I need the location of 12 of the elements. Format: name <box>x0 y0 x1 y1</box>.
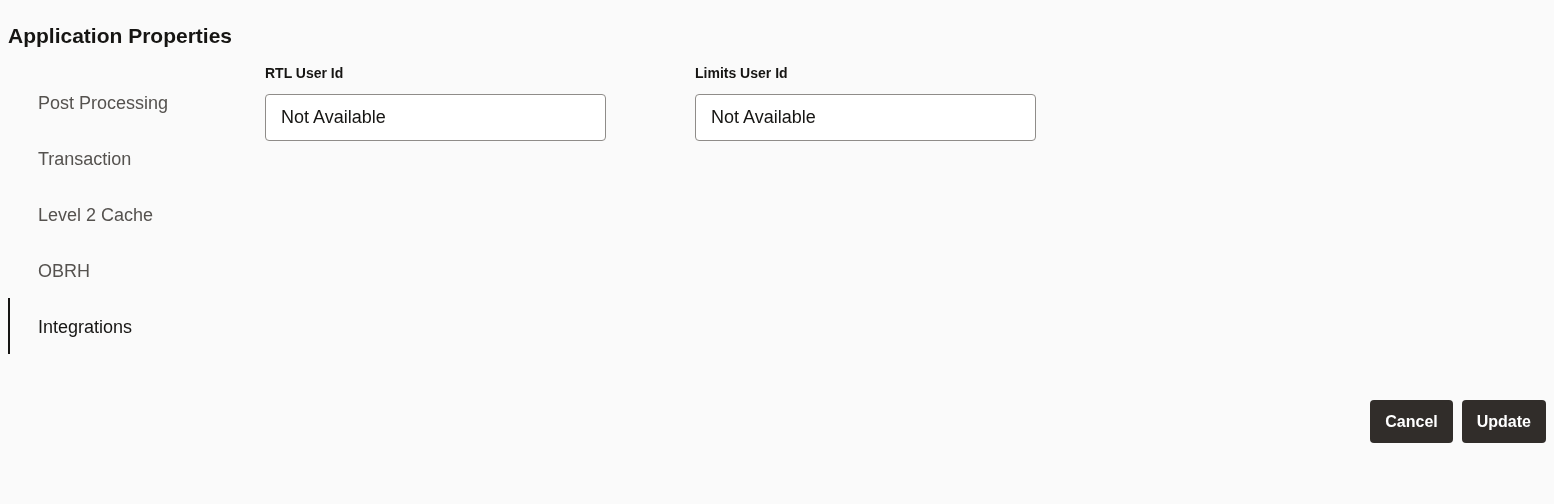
nav-tab[interactable]: Post Processing <box>8 74 208 130</box>
input-field[interactable]: Not Available <box>695 94 1036 141</box>
cancel-button[interactable]: Cancel <box>1370 400 1453 443</box>
field-label: RTL User Id <box>265 64 345 83</box>
input-field[interactable]: Not Available <box>265 94 606 141</box>
field-label: Limits User Id <box>695 64 789 83</box>
nav-tab[interactable]: Integrations <box>8 298 208 354</box>
nav-tab[interactable]: Transaction <box>8 130 208 186</box>
update-button[interactable]: Update <box>1461 400 1546 443</box>
nav-tab[interactable]: Level 2 Cache <box>8 186 208 242</box>
nav-tab[interactable]: OBRH <box>8 242 208 298</box>
page-title: Application Properties <box>8 23 234 49</box>
